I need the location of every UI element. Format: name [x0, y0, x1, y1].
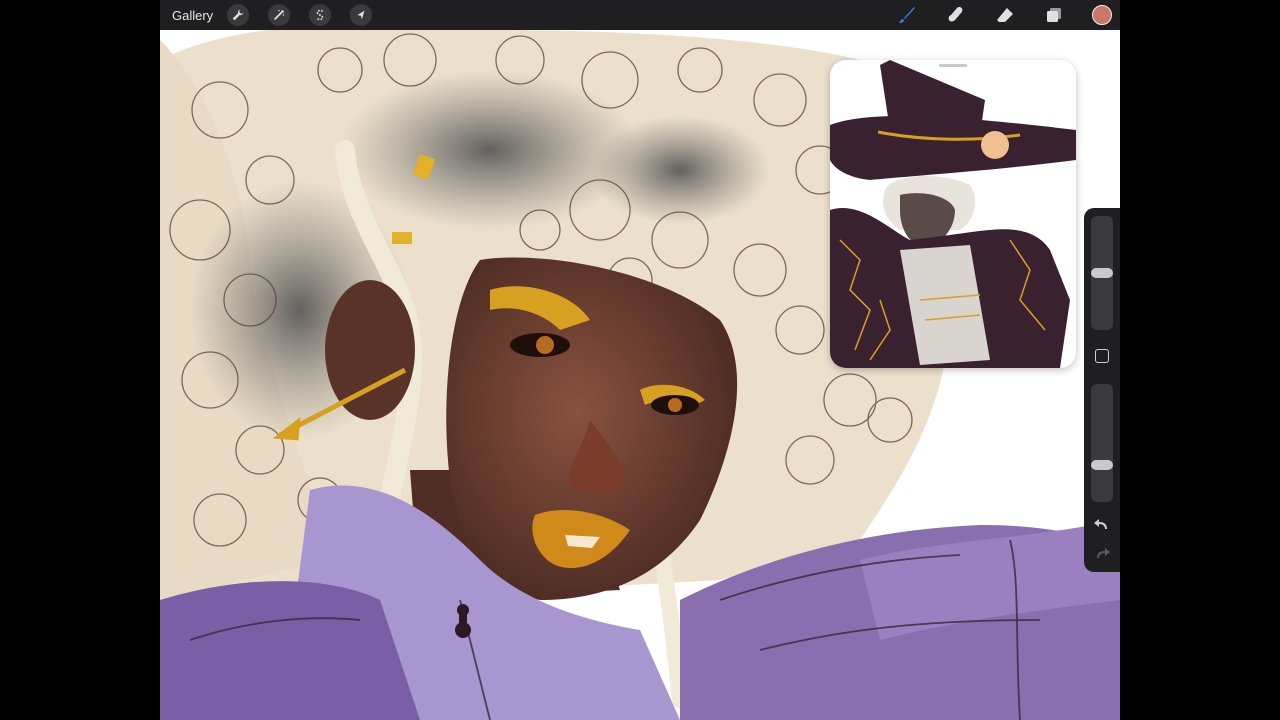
magic-wand-icon	[274, 9, 285, 20]
actions-button[interactable]	[227, 4, 250, 26]
hair-cuff-2	[392, 232, 412, 244]
smudge-tool-button[interactable]	[945, 4, 967, 26]
gallery-button[interactable]: Gallery	[172, 8, 213, 23]
hair-shadow-right	[590, 115, 770, 225]
top-toolbar: Gallery	[160, 0, 1120, 30]
brush-icon	[899, 7, 915, 23]
wrench-icon	[232, 9, 244, 21]
color-well-button[interactable]	[1092, 5, 1112, 25]
ref-rose	[981, 131, 1009, 159]
ear	[325, 280, 415, 420]
eraser-icon	[997, 8, 1013, 22]
smudge-finger-icon	[948, 7, 963, 22]
brush-size-knob[interactable]	[1091, 268, 1113, 278]
brush-tool-button[interactable]	[896, 4, 918, 26]
undo-arrow-icon	[1094, 519, 1107, 529]
reference-window[interactable]	[830, 60, 1076, 368]
cursor-arrow-icon	[357, 10, 365, 20]
adjustments-button[interactable]	[268, 4, 291, 26]
modify-button[interactable]	[1095, 349, 1109, 363]
redo-arrow-icon	[1097, 548, 1110, 558]
opacity-slider[interactable]	[1091, 384, 1113, 502]
reference-image	[830, 60, 1076, 368]
iris-right	[668, 398, 682, 412]
eraser-tool-button[interactable]	[994, 4, 1016, 26]
opacity-knob[interactable]	[1091, 460, 1113, 470]
transform-button[interactable]	[350, 4, 373, 26]
selection-s-icon	[316, 9, 324, 21]
app-root: Gallery	[0, 0, 1280, 720]
brush-size-slider[interactable]	[1091, 216, 1113, 330]
ipad-screen: Gallery	[160, 0, 1120, 720]
undo-button[interactable]	[1093, 516, 1111, 532]
reference-drag-handle[interactable]	[939, 64, 967, 67]
redo-button[interactable]	[1093, 545, 1111, 561]
layers-button[interactable]	[1043, 4, 1065, 26]
selection-button[interactable]	[309, 4, 332, 26]
layers-icon	[1047, 8, 1061, 22]
brush-sidebar	[1084, 208, 1120, 572]
iris-left	[536, 336, 554, 354]
right-toolbar	[896, 0, 1120, 30]
hair-shadow-top	[340, 70, 640, 230]
